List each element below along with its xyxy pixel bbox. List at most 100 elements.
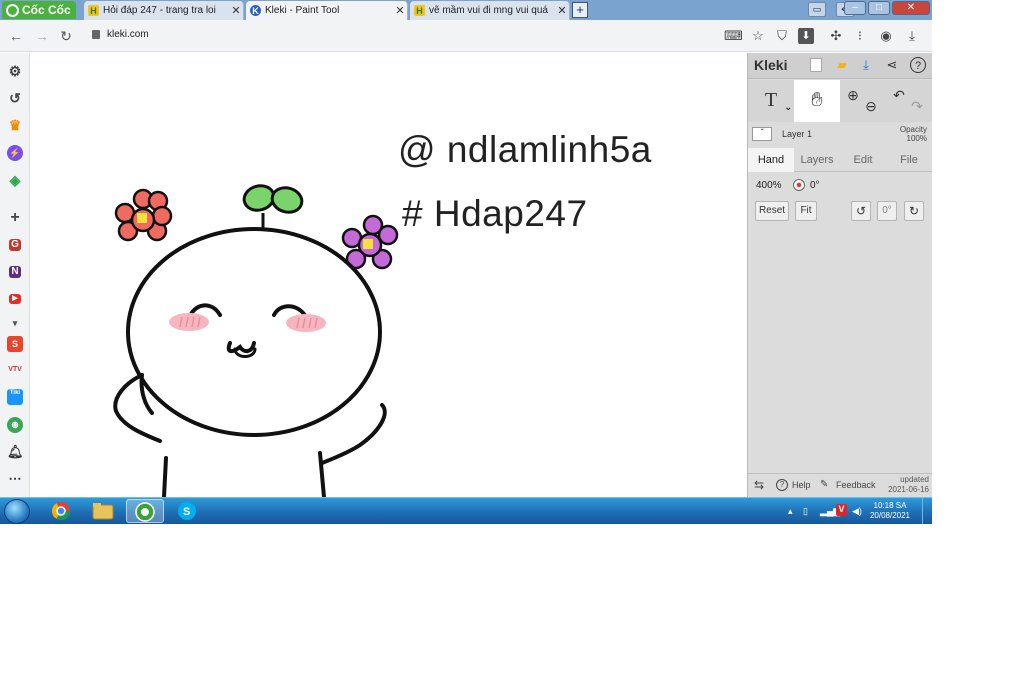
rotation-dial-icon[interactable] — [793, 179, 805, 191]
swap-icon[interactable]: ⇆ — [754, 478, 764, 492]
maximize-button[interactable]: □ — [868, 1, 890, 15]
zoom-in-icon[interactable]: ⊕ — [844, 80, 862, 122]
reload-icon[interactable]: ↻ — [58, 28, 74, 45]
tray-device-icon[interactable]: ▯ — [803, 506, 808, 517]
fit-button[interactable]: Fit — [795, 201, 817, 221]
tab-layers[interactable]: Layers — [794, 148, 840, 172]
downloads-icon[interactable]: ⤓ — [904, 28, 920, 44]
extensions-icon[interactable]: ✣ — [828, 28, 844, 44]
new-image-icon[interactable] — [810, 58, 822, 72]
layer-opacity[interactable]: Opacity 100% — [900, 125, 927, 143]
updated-date: 2021-06-16 — [888, 485, 929, 494]
layer-row[interactable]: ˝ Layer 1 Opacity 100% — [748, 123, 932, 147]
tab-close-icon[interactable]: ✕ — [229, 4, 243, 17]
globe-app-icon[interactable]: ◍ — [7, 417, 23, 433]
kleki-favicon-icon: K — [250, 5, 261, 16]
kleki-panel: Kleki ▰ ⤓ ⋖ ? T ⌄ ✋︎ ⊕ ⊖ ↶ ↷ ˝ Layer 1 O… — [747, 53, 932, 497]
left-blush — [169, 313, 209, 331]
save-icon[interactable]: ▰ — [834, 57, 850, 73]
forward-icon[interactable]: → — [34, 28, 50, 44]
shopee-icon[interactable]: S — [7, 336, 23, 352]
settings-gear-icon[interactable]: ⚙ — [7, 63, 23, 79]
tab-hoidap[interactable]: H Hỏi đáp 247 - trang tra loi ✕ — [84, 1, 244, 20]
tiki-icon[interactable]: Tiki — [7, 389, 23, 405]
hand-tool-button[interactable]: ✋︎ — [794, 80, 840, 122]
rotation-angle: 0° — [810, 180, 820, 191]
character-drawing — [113, 227, 387, 497]
feedback-link[interactable]: Feedback — [836, 480, 876, 490]
more-dots-icon[interactable]: ⋯ — [7, 471, 23, 487]
rotate-right-icon[interactable]: ↻ — [904, 201, 924, 221]
volume-icon[interactable]: ◀) — [852, 506, 862, 517]
kleki-canvas[interactable]: @ ndlamlinh5a # Hdap247 — [30, 53, 747, 497]
shield-icon[interactable]: ⛉ — [774, 28, 790, 44]
tab-close-icon[interactable]: ✕ — [555, 4, 569, 17]
opacity-value: 100% — [906, 134, 927, 143]
vtv-icon[interactable]: VTV — [7, 362, 23, 378]
coccoc-menu-button[interactable]: Cốc Cốc — [2, 1, 76, 19]
taskbar-clock[interactable]: 10:18 SA 20/08/2021 — [870, 501, 910, 521]
folder-icon — [92, 503, 114, 520]
tab-hand[interactable]: Hand — [748, 148, 794, 172]
g-app-icon[interactable]: G — [9, 239, 21, 251]
screen: Cốc Cốc H Hỏi đáp 247 - trang tra loi ✕ … — [0, 0, 932, 524]
tab-vemam[interactable]: H vẽ mầm vui đi mng vui quá c ✕ — [410, 1, 570, 20]
chevron-down-icon[interactable]: ▾ — [7, 315, 23, 331]
bookmark-star-icon[interactable]: ☆ — [750, 28, 766, 44]
download-icon[interactable]: ⤓ — [858, 57, 874, 73]
share-icon[interactable]: ⋖ — [884, 57, 900, 73]
bell-icon[interactable]: 🔔︎ — [7, 444, 24, 460]
translate-icon[interactable]: ⌨ — [724, 28, 743, 44]
lock-icon — [92, 30, 100, 39]
gamepad-icon[interactable]: ◈ — [7, 172, 23, 188]
tab-close-icon[interactable]: ✕ — [393, 4, 407, 17]
rotate-left-icon[interactable]: ↺ — [851, 201, 871, 221]
profile-icon[interactable]: ◉ — [878, 28, 894, 44]
messenger-icon[interactable]: ⚡ — [7, 145, 23, 161]
tab-kleki[interactable]: K Kleki - Paint Tool ✕ — [246, 1, 408, 20]
n-app-icon[interactable]: N — [9, 266, 21, 278]
undo-icon[interactable]: ↶ — [890, 80, 908, 122]
crown-icon[interactable]: ♛ — [7, 117, 23, 133]
feedback-icon: ✎ — [820, 479, 829, 490]
canvas-username-text: @ ndlamlinh5a — [398, 129, 652, 170]
reset-button[interactable]: Reset — [755, 201, 789, 221]
window-controls: – □ ✕ — [844, 1, 930, 15]
tray-arrow-icon[interactable]: ▴ — [788, 506, 793, 517]
help-link[interactable]: Help — [792, 480, 811, 490]
kleki-footer: ⇆ ? Help ✎ Feedback updated 2021-06-16 — [748, 473, 932, 497]
screenshot-icon[interactable]: ▭ — [808, 2, 826, 17]
show-desktop-button[interactable] — [922, 498, 932, 524]
tool-caret-icon[interactable]: ⌄ — [784, 102, 792, 113]
help-icon[interactable]: ? — [910, 57, 926, 73]
chrome-icon — [52, 502, 70, 521]
explorer-taskbar-button[interactable] — [84, 499, 122, 523]
youtube-icon[interactable]: ▶ — [9, 294, 21, 304]
minimize-button[interactable]: – — [844, 1, 866, 15]
url-field[interactable]: kleki.com — [107, 29, 149, 40]
coccoc-logo-icon — [6, 3, 19, 17]
tab-edit[interactable]: Edit — [840, 148, 886, 172]
back-icon[interactable]: ← — [8, 28, 24, 44]
right-blush — [286, 314, 326, 332]
add-icon[interactable]: + — [7, 210, 23, 226]
menu-dots-icon[interactable]: ⁝ — [852, 28, 868, 44]
text-tool-button[interactable]: T — [756, 80, 786, 122]
chrome-taskbar-button[interactable] — [42, 499, 80, 523]
rotate-zero-button[interactable]: 0° — [877, 201, 897, 221]
zoom-out-icon[interactable]: ⊖ — [862, 80, 880, 122]
redo-icon[interactable]: ↷ — [908, 80, 926, 122]
start-button[interactable] — [4, 499, 30, 524]
download-box-icon[interactable]: ⬇ — [798, 28, 814, 44]
antivirus-icon[interactable]: V — [836, 504, 847, 516]
history-icon[interactable]: ↺ — [7, 90, 23, 106]
skype-taskbar-button[interactable]: S — [168, 499, 206, 523]
kleki-logo: Kleki — [754, 57, 788, 73]
coccoc-taskbar-button[interactable] — [126, 499, 164, 523]
kleki-toolbar: T ⌄ ✋︎ ⊕ ⊖ ↶ ↷ — [748, 80, 932, 122]
new-tab-button[interactable]: + — [572, 2, 588, 18]
tab-title: vẽ mầm vui đi mng vui quá c — [429, 5, 551, 16]
hoidap-favicon-icon: H — [414, 5, 425, 16]
tab-file[interactable]: File — [886, 148, 932, 172]
close-window-button[interactable]: ✕ — [892, 1, 930, 15]
